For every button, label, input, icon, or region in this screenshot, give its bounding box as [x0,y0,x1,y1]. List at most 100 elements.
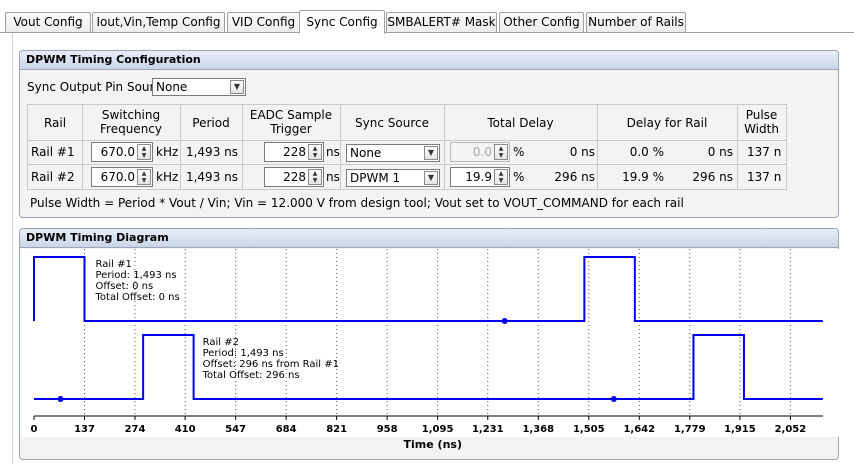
row1-eadc-trigger-input[interactable]: 228 ▲ ▼ [264,142,324,162]
tab-smbalert-mask[interactable]: SMBALERT# Mask [386,12,497,32]
chevron-down-icon[interactable]: ▼ [424,171,438,185]
tab-panel-border [0,32,854,33]
x-tick-label: 2,052 [775,424,807,435]
header-rail: Rail [43,116,67,130]
row2-delay-rail-ns: 296 ns [692,170,733,184]
row1-pulse-width: 137 n [747,145,782,159]
rail-2-waveform [34,334,823,400]
x-tick-label: 1,642 [623,424,655,435]
row2-total-delay-value: 19.9 [465,170,492,184]
x-tick-label: 1,779 [674,424,706,435]
row1-sync-source-select[interactable]: None ▼ [346,144,440,162]
row1-delay-rail-pct: 0.0 % [629,145,664,159]
sync-output-pin-source-value: None [156,80,188,94]
row1-percent-unit: % [513,145,525,159]
rail-1-annotation-line: Offset: 0 ns [96,281,154,292]
rail-2-annotation-line: Rail #2 [203,337,239,348]
tab-bar: Vout Config Iout,Vin,Temp Config VID Con… [0,0,854,34]
row2-rail-label: Rail #2 [31,170,75,184]
row1-switching-frequency-input[interactable]: 670.0 ▲ ▼ [91,142,153,162]
x-tick-label: 137 [74,424,95,435]
row2-total-delay-ns: 296 ns [554,170,595,184]
chevron-down-icon[interactable]: ▼ [424,146,438,160]
header-total-delay: Total Delay [487,116,554,130]
row1-eadc-value: 228 [283,145,306,159]
rail-1-annotation-line: Total Offset: 0 ns [95,292,180,303]
timing-diagram-canvas: Rail #1 Period: 1,493 ns Offset: 0 ns Total… [21,249,843,451]
row1-total-delay-value: 0.0 [472,145,492,159]
row2-eadc-trigger-input[interactable]: 228 ▲ ▼ [264,167,324,187]
row2-percent-unit: % [513,170,525,184]
spinner-updown-icon[interactable]: ▲ ▼ [308,144,322,160]
row1-sync-source-value: None [350,146,382,160]
row2-eadc-value: 228 [283,170,306,184]
tab-vid-config[interactable]: VID Config [227,12,300,32]
spinner-updown-icon[interactable]: ▲ ▼ [137,144,151,160]
col-sep [786,104,787,190]
row1-frequency-value: 670.0 [100,145,135,159]
spinner-updown-icon[interactable]: ▲ ▼ [494,169,508,185]
rail-1-annotation-line: Period: 1,493 ns [96,270,177,281]
header-width: Width [744,122,779,136]
table-top-border [27,104,786,105]
row1-rail-label: Rail #1 [31,145,75,159]
row2-switching-frequency-input[interactable]: 670.0 ▲ ▼ [91,167,153,187]
rail-1-sample-marker [501,318,508,324]
dpwm-timing-diagram-group: DPWM Timing Diagram Rail #1 Period: 1,493… [19,228,843,460]
x-axis-label: Time (ns) [404,438,462,451]
row2-frequency-unit: kHz [156,170,179,184]
header-delay-for-rail: Delay for Rail [626,116,708,130]
x-tick-label: 684 [276,424,297,435]
tab-iout-vin-temp-config[interactable]: Iout,Vin,Temp Config [92,12,225,32]
x-tick-label: 1,915 [724,424,756,435]
x-tick-label: 547 [225,424,246,435]
tab-vout-config[interactable]: Vout Config [5,12,91,32]
timing-diagram-svg: Rail #1Period: 1,493 nsOffset: 0 nsTotal… [31,249,823,451]
header-period: Period [192,116,230,130]
group-title: DPWM Timing Diagram [20,229,838,248]
sync-output-pin-source-label: Sync Output Pin Sourc [27,80,161,94]
row2-sync-source-select[interactable]: DPWM 1 ▼ [346,169,440,187]
dpwm-timing-configuration-group: DPWM Timing Configuration Sync Output Pi… [19,50,839,218]
group-title: DPWM Timing Configuration [20,51,838,70]
x-tick-label: 958 [377,424,398,435]
row1-eadc-unit: ns [326,145,340,159]
tab-number-of-rails[interactable]: Number of Rails [586,12,686,32]
x-tick-label: 1,505 [573,424,605,435]
spinner-updown-icon: ▲ ▼ [494,144,508,160]
x-tick-label: 410 [175,424,196,435]
rail-2-annotation-line: Offset: 296 ns from Rail #1 [203,359,339,370]
x-tick-label: 1,231 [472,424,504,435]
row2-total-delay-input[interactable]: 19.9 ▲ ▼ [450,167,510,187]
header-trigger: Trigger [270,122,312,136]
rail-1-annotation-line: Rail #1 [96,259,132,270]
x-tick-label: 0 [31,424,38,435]
row2-delay-rail-pct: 19.9 % [622,170,664,184]
spinner-updown-icon[interactable]: ▲ ▼ [308,169,322,185]
row1-frequency-unit: kHz [156,145,179,159]
chevron-down-icon[interactable]: ▼ [230,80,244,94]
rail-2-sample-marker [610,396,617,402]
rail-2-annotation-line: Period: 1,493 ns [203,348,284,359]
row2-frequency-value: 670.0 [100,170,135,184]
table-header-bottom-border [27,140,786,141]
row2-sync-source-value: DPWM 1 [350,171,401,185]
row2-pulse-width: 137 n [747,170,782,184]
row1-total-delay-input: 0.0 ▲ ▼ [450,142,510,162]
row2-eadc-unit: ns [326,170,340,184]
tab-sync-config[interactable]: Sync Config [299,10,385,34]
row2-period: 1,493 ns [185,170,238,184]
spinner-updown-icon[interactable]: ▲ ▼ [137,169,151,185]
sync-output-pin-source-select[interactable]: None ▼ [152,78,246,96]
tab-other-config[interactable]: Other Config [499,12,584,32]
header-eadc-sample: EADC Sample [249,108,333,122]
header-sync-source: Sync Source [355,116,429,130]
table-row-divider [27,164,786,165]
row1-period: 1,493 ns [185,145,238,159]
row1-total-delay-ns: 0 ns [569,145,595,159]
rail-2-annotation-line: Total Offset: 296 ns [202,370,300,381]
pulse-width-footnote: Pulse Width = Period * Vout / Vin; Vin =… [30,196,684,210]
header-switching: Switching [101,108,161,122]
row1-delay-rail-ns: 0 ns [707,145,733,159]
header-pulse: Pulse [745,108,778,122]
